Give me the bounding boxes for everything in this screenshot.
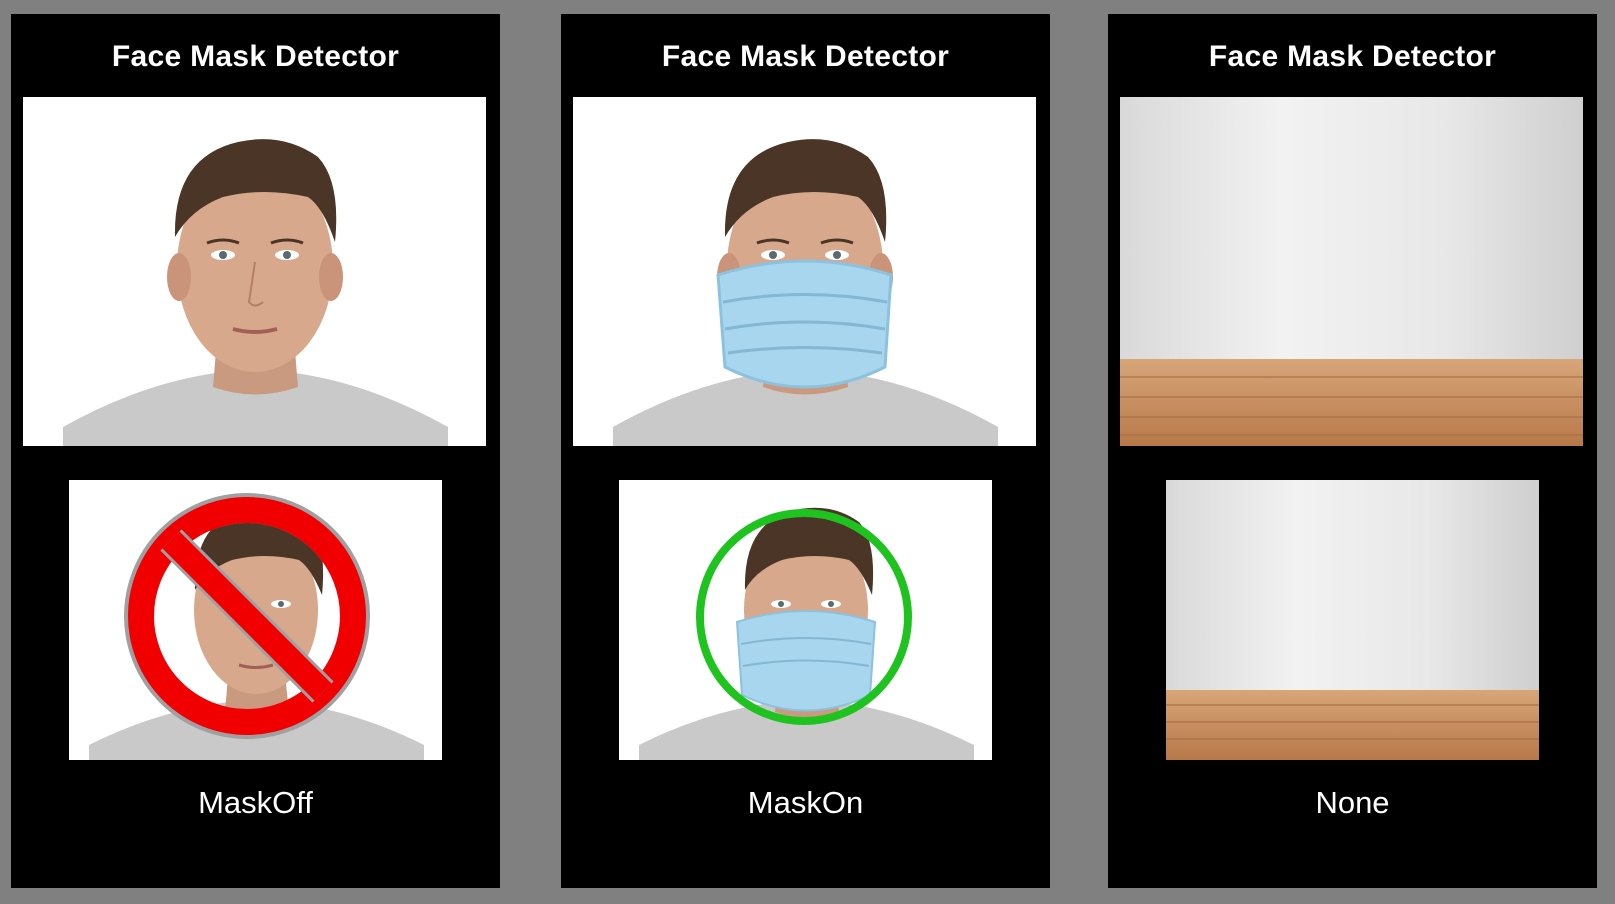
stage: Face Mask Detector MaskOff Face Mask Det…: [0, 0, 1615, 904]
detector-panel-none: Face Mask Detector None: [1108, 14, 1597, 888]
face-mask-icon: [716, 259, 893, 389]
input-photo-face: [23, 97, 486, 446]
detector-panel-mask-off: Face Mask Detector MaskOff: [11, 14, 500, 888]
result-photo-mask-on: [619, 480, 992, 760]
result-label: None: [1315, 785, 1390, 820]
result-label: MaskOff: [198, 785, 313, 820]
panel-title: Face Mask Detector: [1208, 40, 1497, 73]
result-photo-mask-off: [69, 480, 442, 760]
panel-title: Face Mask Detector: [111, 40, 400, 73]
result-photo-empty-room: [1166, 480, 1539, 760]
panel-title: Face Mask Detector: [661, 40, 950, 73]
result-label: MaskOn: [747, 785, 864, 820]
input-photo-empty-room: [1120, 97, 1583, 446]
detector-panel-mask-on: Face Mask Detector MaskOn: [561, 14, 1050, 888]
input-photo-masked-face: [573, 97, 1036, 446]
